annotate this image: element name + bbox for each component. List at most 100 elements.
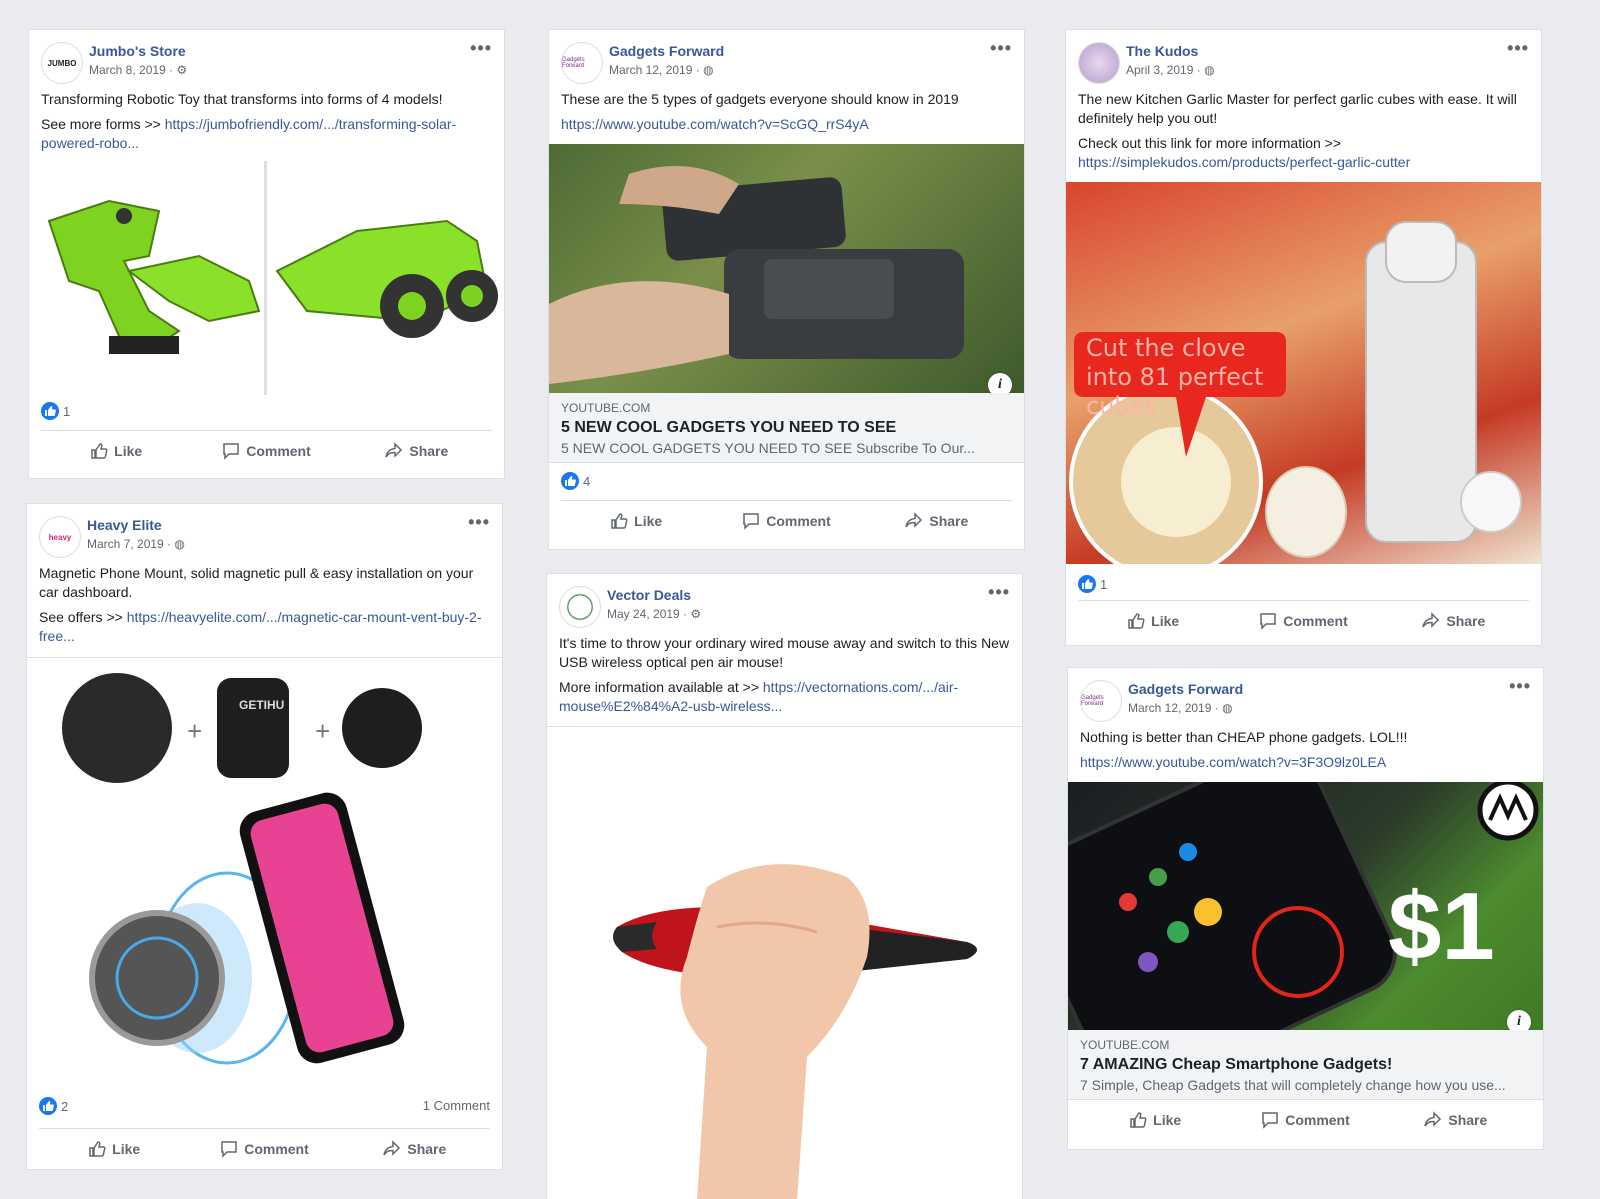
like-button[interactable]: Like [1080, 1100, 1230, 1140]
post-date[interactable]: May 24, 2019 · ⚙ [607, 607, 701, 621]
page-name[interactable]: Jumbo's Store [89, 43, 186, 59]
brand-label: GETIHU [239, 698, 285, 712]
post-date[interactable]: March 7, 2019 · ◍ [87, 537, 185, 551]
thumbs-up-icon [1128, 613, 1145, 629]
gear-icon: ⚙ [690, 607, 702, 621]
post-date-text: April 3, 2019 · [1126, 63, 1201, 77]
comment-button[interactable]: Comment [189, 1129, 339, 1169]
reaction-count: 1 [1100, 576, 1108, 592]
like-button[interactable]: Like [561, 501, 711, 541]
link-preview[interactable]: YOUTUBE.COM 7 AMAZING Cheap Smartphone G… [1068, 1030, 1543, 1100]
more-options-icon[interactable]: ••• [1509, 676, 1531, 697]
link-description: 7 Simple, Cheap Gadgets that will comple… [1080, 1077, 1506, 1093]
comment-button[interactable]: Comment [1230, 1100, 1380, 1140]
post-actions: Like Comment Share [39, 1128, 490, 1169]
more-options-icon[interactable]: ••• [990, 38, 1012, 59]
share-button[interactable]: Share [862, 501, 1012, 541]
page-name[interactable]: Vector Deals [607, 587, 691, 603]
post-jumbos-store: JUMBO Jumbo's Store March 8, 2019 · ⚙ ••… [29, 30, 504, 478]
share-button[interactable]: Share [1381, 1100, 1531, 1140]
comment-icon [1260, 613, 1276, 630]
more-options-icon[interactable]: ••• [988, 582, 1010, 603]
post-the-kudos: The Kudos April 3, 2019 · ◍ ••• The new … [1066, 30, 1541, 645]
share-icon [1422, 612, 1440, 628]
see-more-label: More information available at >> [559, 679, 763, 695]
comment-button[interactable]: Comment [191, 431, 341, 471]
see-more-label: See offers >> [39, 609, 127, 625]
like-button[interactable]: Like [41, 431, 191, 471]
reactions-bar[interactable]: 1 [41, 402, 492, 422]
comment-label: Comment [1283, 613, 1348, 629]
post-actions: Like Comment Share [41, 430, 492, 471]
share-icon [905, 512, 923, 528]
comment-button[interactable]: Comment [711, 501, 861, 541]
more-options-icon[interactable]: ••• [468, 512, 490, 533]
like-reaction-icon [561, 472, 579, 490]
robot-dino-image[interactable] [29, 161, 264, 395]
product-photo: + + [62, 673, 422, 1065]
image-price: $1 [1388, 873, 1495, 980]
page-name[interactable]: Gadgets Forward [1128, 681, 1243, 697]
page-avatar[interactable]: JUMBO [41, 42, 83, 84]
post-date[interactable]: March 12, 2019 · ◍ [1128, 701, 1233, 715]
thumbs-up-icon [91, 443, 108, 459]
reactions-bar[interactable]: 1 [1078, 575, 1529, 595]
comment-button[interactable]: Comment [1228, 601, 1378, 641]
share-button[interactable]: Share [1379, 601, 1529, 641]
robot-vehicle-image[interactable] [267, 161, 504, 395]
post-see-more: More information available at >> https:/… [559, 678, 1010, 716]
video-thumbnail[interactable]: $1 [1068, 782, 1543, 1030]
post-date[interactable]: April 3, 2019 · ◍ [1126, 63, 1215, 77]
garlic-cutter-image[interactable]: Cut the clove into 81 perfect cubes [1066, 182, 1541, 564]
post-date-text: March 8, 2019 · [89, 63, 174, 77]
comment-count[interactable]: 1 Comment [423, 1098, 490, 1113]
page-avatar[interactable]: Gadgets Forward [1080, 680, 1122, 722]
post-link[interactable]: https://www.youtube.com/watch?v=ScGQ_rrS… [561, 116, 869, 132]
post-see-more: See more forms >> https://jumbofriendly.… [41, 115, 492, 153]
page-avatar[interactable] [559, 586, 601, 628]
like-button[interactable]: Like [39, 1129, 189, 1169]
image-caption: Cut the clove into 81 perfect cubes [1086, 334, 1264, 420]
thumbs-up-icon [611, 513, 628, 529]
product-photo [613, 864, 977, 1199]
thumbs-up-icon [89, 1141, 106, 1157]
post-link[interactable]: https://www.youtube.com/watch?v=3F3O9lz0… [1080, 754, 1386, 770]
link-preview[interactable]: YOUTUBE.COM 5 NEW COOL GADGETS YOU NEED … [549, 393, 1024, 463]
thumbs-up-icon [1130, 1112, 1147, 1128]
link-description: 5 NEW COOL GADGETS YOU NEED TO SEE Subsc… [561, 440, 975, 456]
post-images[interactable] [29, 161, 504, 395]
share-button[interactable]: Share [342, 431, 492, 471]
share-button[interactable]: Share [340, 1129, 490, 1169]
like-button[interactable]: Like [1078, 601, 1228, 641]
globe-icon: ◍ [174, 537, 185, 551]
page-name[interactable]: The Kudos [1126, 43, 1198, 59]
page-avatar[interactable]: heavy [39, 516, 81, 558]
post-vector-deals: Vector Deals May 24, 2019 · ⚙ ••• It's t… [547, 574, 1022, 1199]
comment-label: Comment [244, 1141, 309, 1157]
avatar-logo-text: Gadgets Forward [562, 57, 585, 69]
post-date[interactable]: March 12, 2019 · ◍ [609, 63, 714, 77]
link-title: 5 NEW COOL GADGETS YOU NEED TO SEE [561, 419, 897, 436]
pen-mouse-image[interactable] [547, 726, 1022, 1199]
post-actions: Like Comment Share [1078, 600, 1529, 641]
share-label: Share [407, 1141, 447, 1157]
phone-mount-image[interactable]: + + GETIHU [27, 657, 502, 1090]
reactions-bar[interactable]: 4 [561, 472, 1012, 492]
comment-icon [223, 443, 239, 460]
like-reaction-icon [39, 1097, 57, 1115]
post-date[interactable]: March 8, 2019 · ⚙ [89, 63, 187, 77]
page-name[interactable]: Gadgets Forward [609, 43, 724, 59]
more-options-icon[interactable]: ••• [470, 38, 492, 59]
page-avatar[interactable] [1078, 42, 1120, 84]
link-title: 7 AMAZING Cheap Smartphone Gadgets! [1080, 1056, 1393, 1073]
page-name[interactable]: Heavy Elite [87, 517, 162, 533]
reaction-count: 1 [63, 403, 71, 419]
comment-label: Comment [246, 443, 311, 459]
page-avatar[interactable]: Gadgets Forward [561, 42, 603, 84]
reactions-bar[interactable]: 2 1 Comment [39, 1097, 490, 1117]
video-thumbnail[interactable] [549, 144, 1024, 393]
globe-icon: ◍ [1204, 63, 1215, 77]
more-options-icon[interactable]: ••• [1507, 38, 1529, 59]
share-label: Share [929, 513, 969, 529]
post-link[interactable]: https://simplekudos.com/products/perfect… [1078, 154, 1410, 170]
